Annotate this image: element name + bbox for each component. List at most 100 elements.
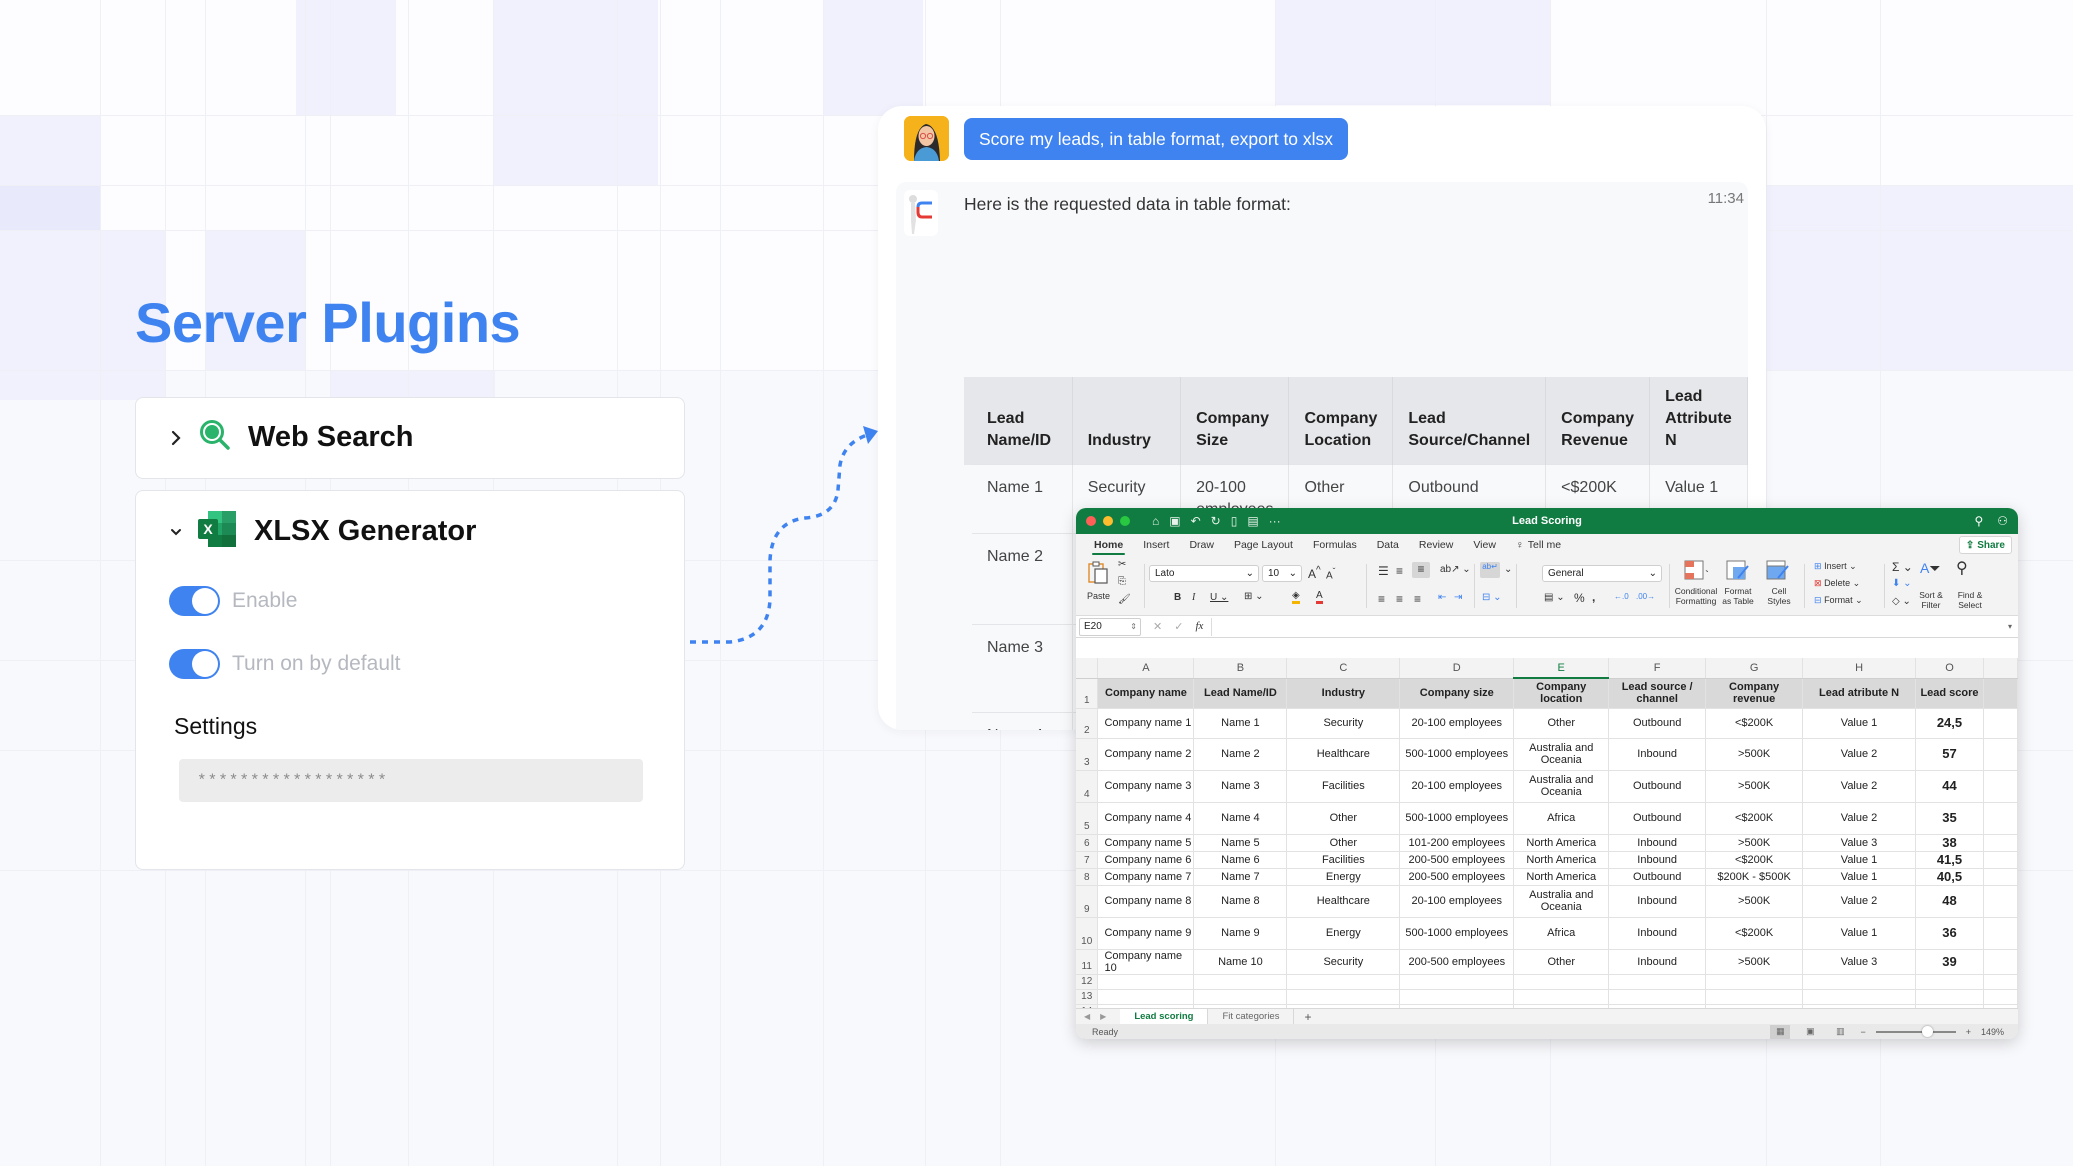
cell[interactable]: Name 9 — [1193, 917, 1288, 950]
cell[interactable]: Company name 4 — [1097, 802, 1195, 835]
format-cells-button[interactable]: ⊟ Format ⌄ — [1814, 595, 1863, 606]
column-header-h[interactable]: H — [1802, 658, 1917, 679]
borders-icon[interactable]: ⊞ ⌄ — [1244, 591, 1264, 602]
cell[interactable]: 38 — [1915, 834, 1984, 852]
cell[interactable] — [1915, 989, 1984, 1005]
align-left-icon[interactable]: ≡ — [1378, 592, 1385, 606]
cancel-formula-icon[interactable]: ✕ — [1153, 620, 1162, 633]
cell[interactable]: Company name 10 — [1097, 949, 1195, 975]
cell[interactable]: Company name 8 — [1097, 885, 1195, 918]
cell[interactable]: 35 — [1915, 802, 1984, 835]
find-select-icon[interactable]: ⚲ — [1956, 558, 1968, 578]
cell[interactable] — [1399, 974, 1515, 990]
cell[interactable]: Outbound — [1608, 802, 1707, 835]
cell[interactable]: Inbound — [1608, 851, 1707, 869]
tab-formulas[interactable]: Formulas — [1303, 534, 1367, 556]
tab-view[interactable]: View — [1463, 534, 1506, 556]
cell[interactable]: 500-1000 employees — [1399, 802, 1515, 835]
row-header[interactable]: 9 — [1076, 885, 1099, 918]
cell[interactable]: Name 1 — [1193, 708, 1288, 739]
cell[interactable]: 39 — [1915, 949, 1984, 975]
cell[interactable] — [1802, 989, 1917, 1005]
row-header[interactable]: 7 — [1076, 851, 1099, 869]
cell[interactable]: Inbound — [1608, 885, 1707, 918]
cell[interactable] — [1983, 974, 2018, 990]
save-as-icon[interactable]: ▤ — [1247, 514, 1258, 528]
bold-button[interactable]: B — [1174, 592, 1181, 603]
wrap-text-dropdown[interactable]: ⌄ — [1504, 564, 1512, 575]
conditional-formatting-icon[interactable]: ⌄ — [1684, 560, 1711, 583]
cell[interactable]: Lead Name/ID — [1193, 678, 1288, 709]
row-header[interactable]: 3 — [1076, 738, 1099, 771]
cell[interactable]: 48 — [1915, 885, 1984, 918]
font-family-select[interactable]: Lato ⌄ — [1149, 565, 1259, 582]
cell-styles-icon[interactable] — [1766, 560, 1792, 583]
cell[interactable]: Value 2 — [1802, 802, 1917, 835]
cell[interactable] — [1983, 770, 2018, 803]
zoom-out-button[interactable]: − — [1860, 1027, 1865, 1037]
tab-draw[interactable]: Draw — [1179, 534, 1224, 556]
cell[interactable]: Value 1 — [1802, 851, 1917, 869]
cell[interactable]: >500K — [1705, 885, 1804, 918]
column-header-o[interactable]: O — [1915, 658, 1984, 679]
row-header[interactable]: 1 — [1076, 678, 1099, 709]
number-format-select[interactable]: General ⌄ — [1542, 565, 1662, 582]
zoom-slider[interactable] — [1875, 1025, 1956, 1037]
cell[interactable]: Company name 5 — [1097, 834, 1195, 852]
cell[interactable]: Value 1 — [1802, 708, 1917, 739]
cell[interactable]: Value 1 — [1802, 868, 1917, 886]
cell[interactable]: Energy — [1286, 917, 1401, 950]
cell[interactable]: Industry — [1286, 678, 1401, 709]
cell[interactable]: 57 — [1915, 738, 1984, 771]
tab-page-layout[interactable]: Page Layout — [1224, 534, 1303, 556]
cell[interactable]: Value 2 — [1802, 770, 1917, 803]
page-layout-view-icon[interactable]: ▣ — [1800, 1025, 1820, 1039]
cell[interactable]: Outbound — [1608, 770, 1707, 803]
cell[interactable]: 200-500 employees — [1399, 851, 1515, 869]
cell[interactable]: Outbound — [1608, 868, 1707, 886]
cell[interactable] — [1608, 974, 1707, 990]
cell[interactable]: Australia and Oceania — [1513, 738, 1610, 771]
cell[interactable]: Africa — [1513, 917, 1610, 950]
cell[interactable]: Other — [1513, 708, 1610, 739]
cell[interactable]: 40,5 — [1915, 868, 1984, 886]
formula-input[interactable] — [1211, 617, 2008, 636]
minimize-window-button[interactable] — [1103, 516, 1113, 526]
clear-icon[interactable]: ◇ ⌄ — [1892, 596, 1911, 607]
normal-view-icon[interactable]: ▦ — [1770, 1024, 1791, 1039]
cell[interactable] — [1802, 974, 1917, 990]
cell[interactable] — [1983, 678, 2018, 709]
cell[interactable]: 24,5 — [1915, 708, 1984, 739]
cell[interactable] — [1983, 917, 2018, 950]
cell[interactable] — [1983, 989, 2018, 1005]
orientation-icon[interactable]: ab↗ ⌄ — [1440, 564, 1471, 575]
cell[interactable]: Facilities — [1286, 770, 1401, 803]
cell[interactable] — [1193, 989, 1288, 1005]
column-header-a[interactable]: A — [1097, 658, 1195, 679]
cell[interactable]: >500K — [1705, 834, 1804, 852]
column-header-e[interactable]: E — [1513, 658, 1610, 679]
accounting-format-icon[interactable]: ▤ ⌄ — [1544, 592, 1565, 603]
tab-home[interactable]: Home — [1084, 534, 1133, 556]
cell[interactable]: <$200K — [1705, 708, 1804, 739]
cell[interactable]: 500-1000 employees — [1399, 738, 1515, 771]
cell[interactable]: Inbound — [1608, 917, 1707, 950]
cell[interactable]: Inbound — [1608, 949, 1707, 975]
tab-insert[interactable]: Insert — [1133, 534, 1179, 556]
redo-icon[interactable]: ↻ — [1211, 514, 1221, 528]
cell[interactable] — [1286, 974, 1401, 990]
cell[interactable]: Company size — [1399, 678, 1515, 709]
tab-data[interactable]: Data — [1367, 534, 1409, 556]
font-size-select[interactable]: 10 ⌄ — [1262, 565, 1302, 582]
cell[interactable]: 20-100 employees — [1399, 885, 1515, 918]
cell[interactable]: >500K — [1705, 738, 1804, 771]
cell[interactable] — [1983, 834, 2018, 852]
align-right-icon[interactable]: ≡ — [1414, 592, 1421, 606]
cell[interactable]: Lead score — [1915, 678, 1984, 709]
column-header-c[interactable]: C — [1286, 658, 1401, 679]
cell[interactable]: Lead atribute N — [1802, 678, 1917, 709]
sort-filter-icon[interactable]: A⏷ — [1920, 560, 1941, 577]
cell[interactable]: Name 6 — [1193, 851, 1288, 869]
more-icon[interactable]: ··· — [1269, 514, 1281, 528]
cell[interactable]: >500K — [1705, 770, 1804, 803]
